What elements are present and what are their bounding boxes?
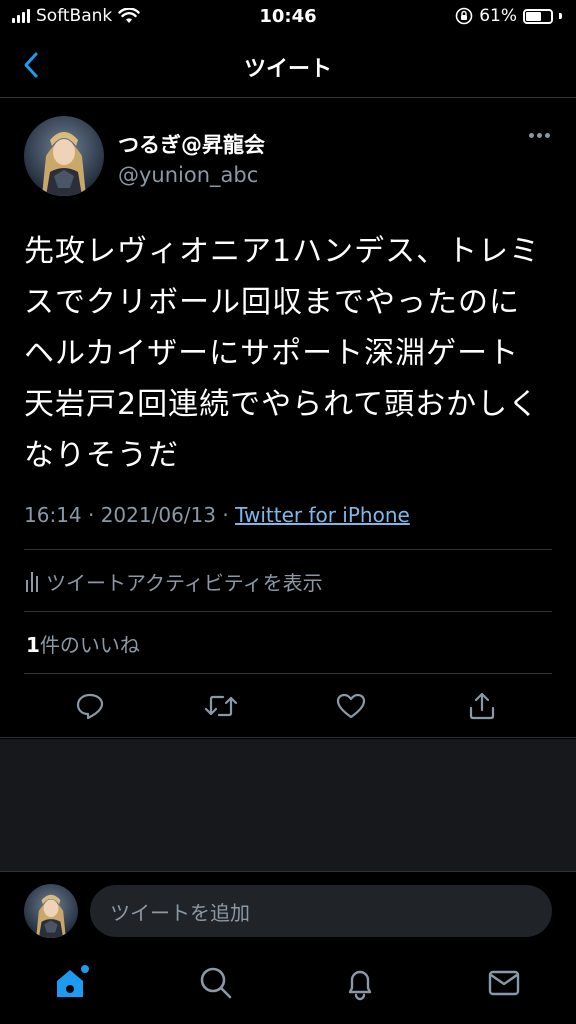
tweet-text-line: スでクリボール回収までやったのに xyxy=(24,285,520,320)
bell-icon xyxy=(348,970,372,1001)
tweet-detail: つるぎ@昇龍会 @yunion_abc 先攻レヴィオニア1ハンデス、トレミ スで… xyxy=(0,99,576,738)
search-icon xyxy=(200,967,232,999)
tweet-activity-label: ツイートアクティビティを表示 xyxy=(46,571,323,595)
tweet-text-line: 天岩戸2回連続でやられて頭おかしく xyxy=(24,387,540,422)
tweet-meta: 16:14 · 2021/06/13 · Twitter for iPhone xyxy=(24,503,410,527)
divider xyxy=(24,673,552,674)
reply-composer: ツイートを追加 xyxy=(0,871,576,947)
share-button[interactable] xyxy=(465,689,499,723)
reply-input-placeholder: ツイートを追加 xyxy=(110,900,250,925)
replies-area xyxy=(0,739,576,871)
avatar[interactable] xyxy=(24,884,78,938)
battery-icon xyxy=(523,8,553,24)
author-name[interactable]: つるぎ@昇龍会 xyxy=(118,129,265,159)
tweet-text-line: ヘルカイザーにサポート深淵ゲート xyxy=(24,336,520,371)
tweet-activity-link[interactable]: ツイートアクティビティを表示 xyxy=(26,567,323,596)
battery-tip xyxy=(559,13,562,19)
tab-notifications[interactable] xyxy=(340,963,380,1003)
tweet-source-link[interactable]: Twitter for iPhone xyxy=(235,503,410,527)
reply-icon xyxy=(76,693,104,720)
avatar-image xyxy=(24,884,78,938)
battery-percent: 61% xyxy=(479,6,517,26)
mail-icon xyxy=(488,970,520,996)
avatar-image xyxy=(24,116,104,196)
page-title: ツイート xyxy=(243,57,332,82)
tweet-text: 先攻レヴィオニア1ハンデス、トレミ スでクリボール回収までやったのに ヘルカイザ… xyxy=(24,226,554,481)
avatar[interactable] xyxy=(24,116,104,196)
retweet-button[interactable] xyxy=(204,689,238,723)
author-block[interactable]: つるぎ@昇龍会 @yunion_abc xyxy=(118,129,265,187)
header: ツイート xyxy=(0,32,576,98)
more-options-icon[interactable] xyxy=(529,133,550,138)
share-icon xyxy=(469,692,495,720)
tweet-text-line: なりそうだ xyxy=(24,438,179,473)
analytics-icon xyxy=(26,571,38,592)
tab-home[interactable] xyxy=(52,963,92,1003)
heart-icon xyxy=(336,693,366,719)
likes-label: 件のいいね xyxy=(39,633,140,657)
divider xyxy=(24,549,552,550)
retweet-icon xyxy=(204,695,238,717)
tab-messages[interactable] xyxy=(484,963,524,1003)
tab-search[interactable] xyxy=(196,963,236,1003)
tweet-timestamp: 16:14 · 2021/06/13 · xyxy=(24,503,236,527)
reply-input[interactable]: ツイートを追加 xyxy=(90,885,552,937)
orientation-lock-icon xyxy=(455,7,473,25)
status-right: 61% xyxy=(455,6,562,26)
author-handle[interactable]: @yunion_abc xyxy=(118,163,265,187)
tweet-text-line: 先攻レヴィオニア1ハンデス、トレミ xyxy=(24,234,541,269)
home-icon xyxy=(57,965,89,997)
likes-count: 1 xyxy=(26,633,40,657)
status-bar: SoftBank 10:46 61% xyxy=(0,0,576,32)
battery-level xyxy=(526,11,541,21)
like-button[interactable] xyxy=(334,689,368,723)
reply-button[interactable] xyxy=(73,689,107,723)
likes-link[interactable]: 1件のいいね xyxy=(26,629,140,658)
tweet-actions xyxy=(0,689,576,725)
divider xyxy=(24,611,552,612)
bottom-tab-bar xyxy=(0,947,576,1024)
